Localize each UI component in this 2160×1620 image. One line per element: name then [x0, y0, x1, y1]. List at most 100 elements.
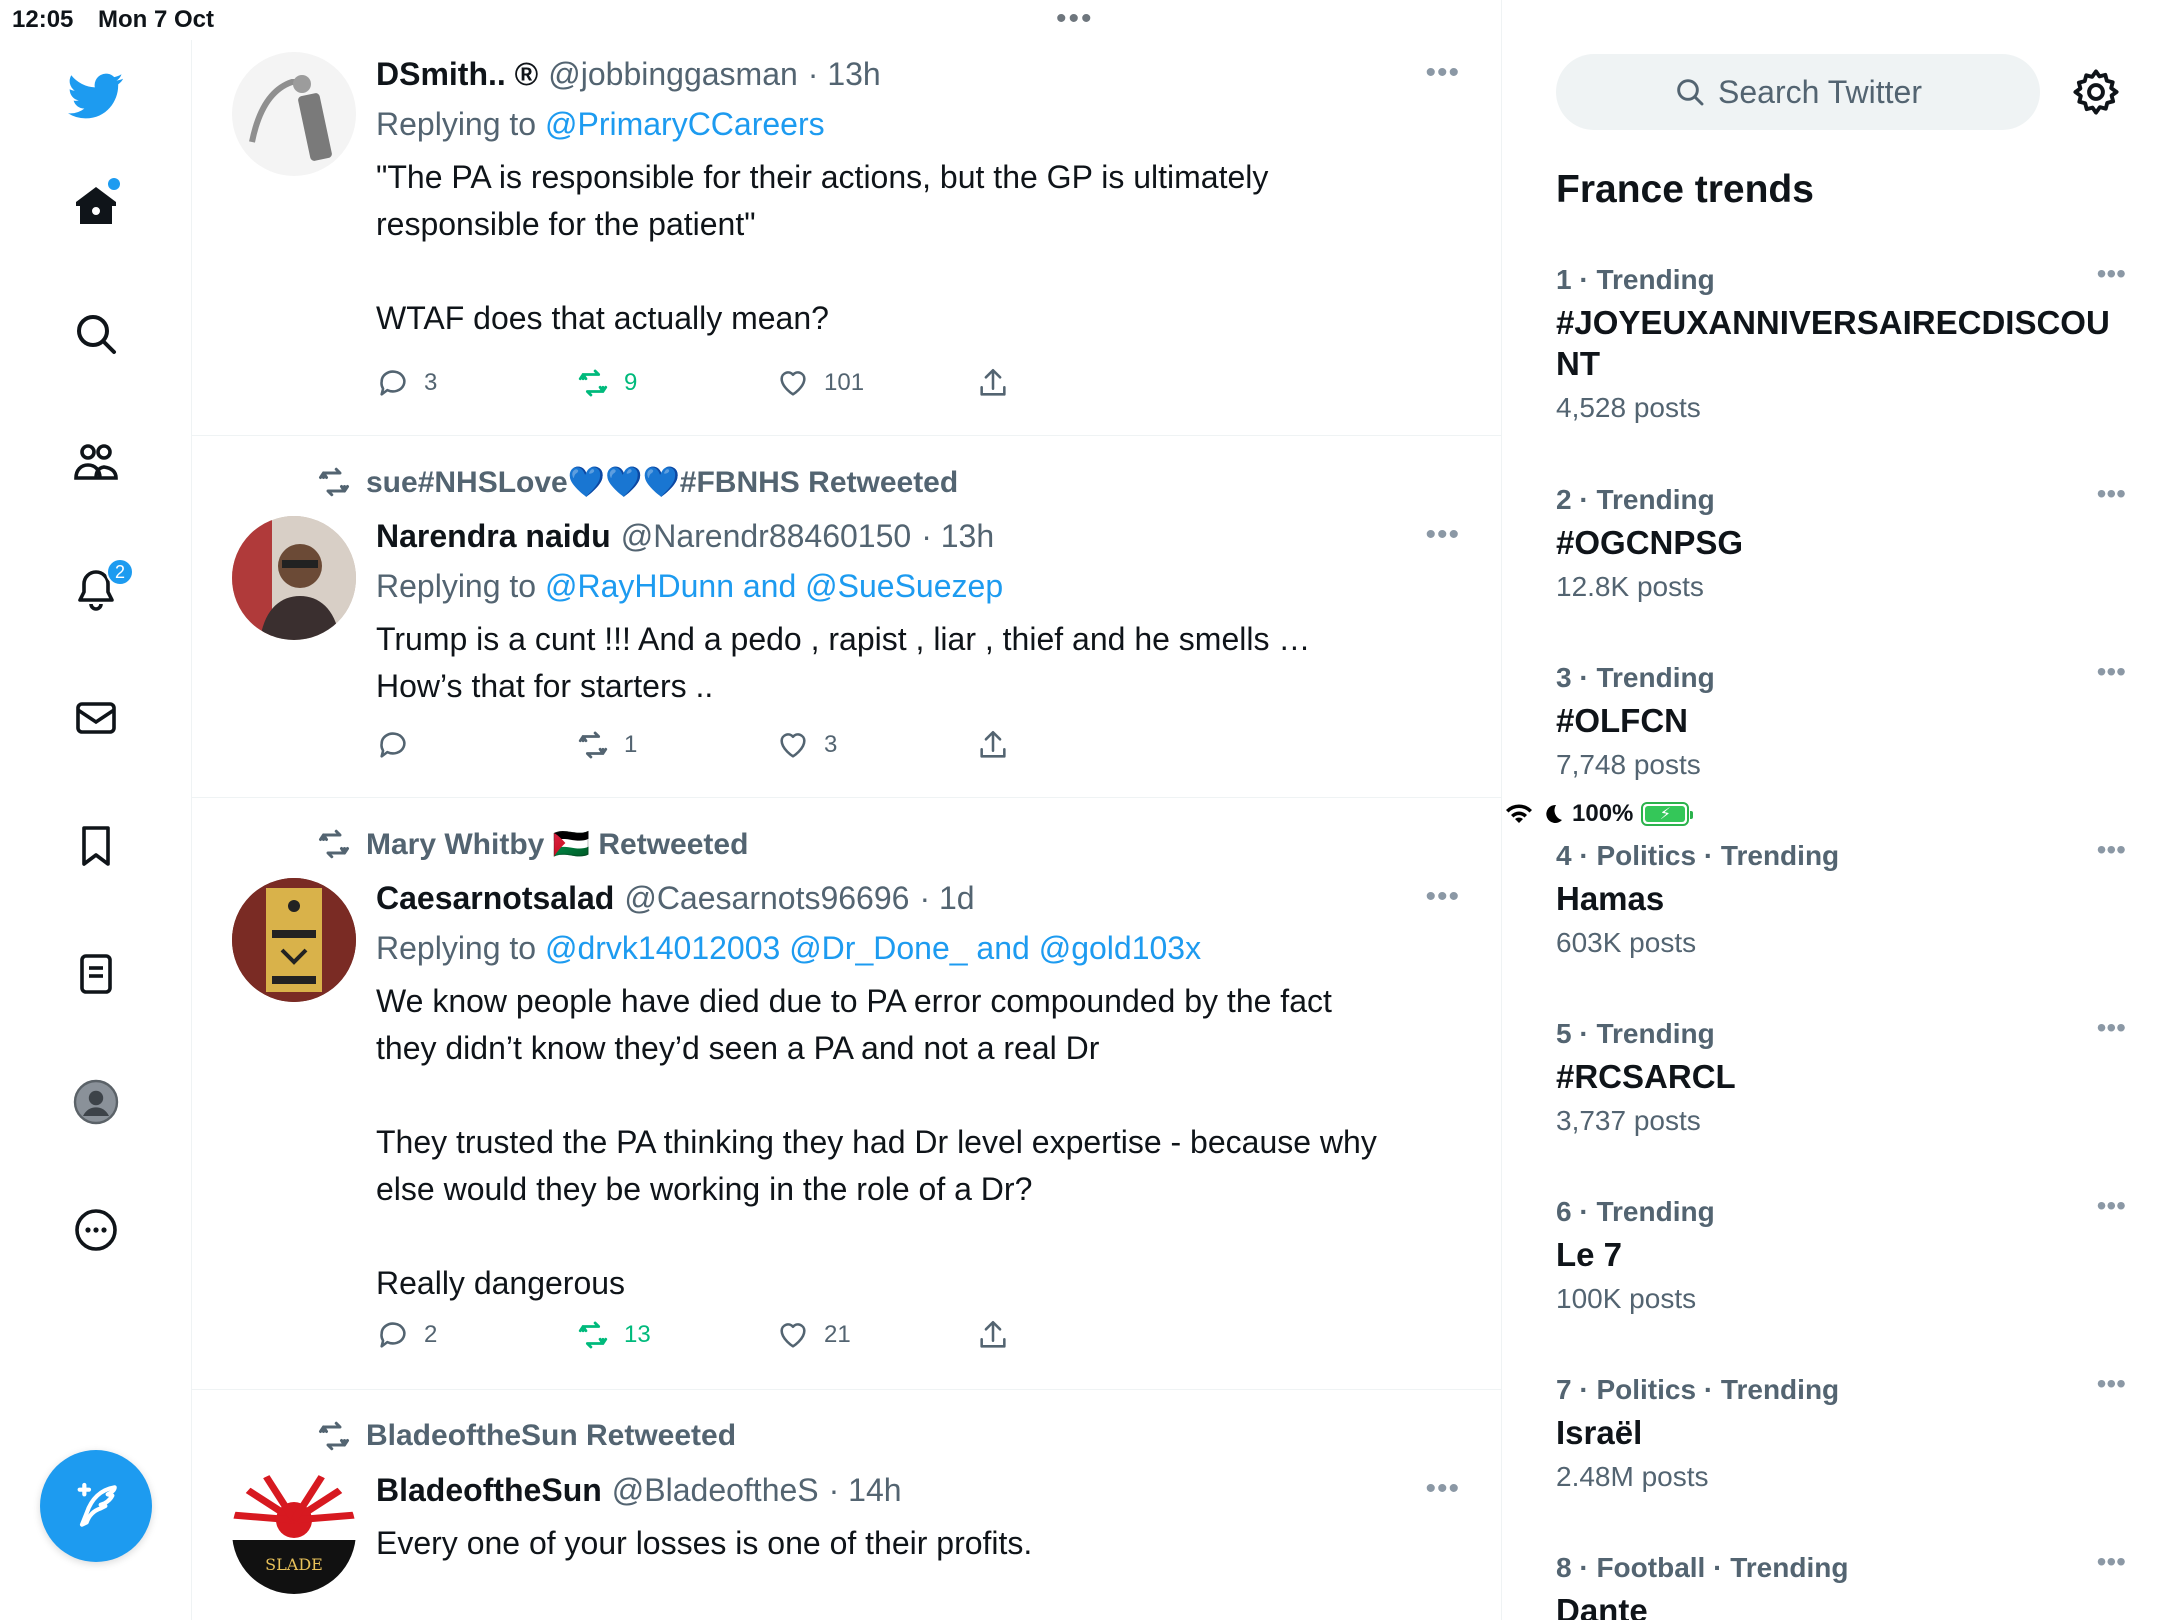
more-options-icon[interactable]: [64, 1198, 128, 1262]
tweet-more-icon[interactable]: •••: [1425, 1472, 1460, 1506]
retweeted-by-label[interactable]: Mary Whitby 🇵🇸 Retweeted: [366, 827, 748, 862]
trend-item[interactable]: 8 · Football · Trending Dante •••: [1556, 1546, 2126, 1620]
reply-button[interactable]: 2: [376, 1318, 437, 1352]
retweet-button[interactable]: 13: [576, 1318, 651, 1352]
explore-search-icon[interactable]: [64, 302, 128, 366]
tweet-text: Trump is a cunt !!! And a pedo , rapist …: [376, 616, 1456, 710]
trend-more-icon[interactable]: •••: [2097, 478, 2126, 510]
trend-more-icon[interactable]: •••: [2097, 258, 2126, 290]
tweet-text-line: Really dangerous: [376, 1265, 626, 1301]
tweet-text-line: We know people have died due to PA error…: [376, 983, 1332, 1019]
author-handle[interactable]: @Caesarnots96696: [624, 880, 909, 917]
tweet-time[interactable]: · 14h: [829, 1472, 902, 1509]
tweet-time[interactable]: · 13h: [808, 56, 881, 93]
trend-item[interactable]: 6 · Trending Le 7 100K posts •••: [1556, 1190, 2126, 1315]
communities-icon[interactable]: [64, 430, 128, 494]
retweet-small-icon: [319, 829, 349, 859]
reply-button[interactable]: [376, 728, 424, 762]
search-icon: [1677, 79, 1704, 106]
tweet-text-line: "The PA is responsible for their actions…: [376, 159, 1269, 195]
retweeted-by-label[interactable]: BladeoftheSun Retweeted: [366, 1419, 736, 1453]
tweet-more-icon[interactable]: •••: [1425, 518, 1460, 552]
replying-to: Replying to @PrimaryCCareers: [376, 106, 825, 143]
reply-mentions[interactable]: @drvk14012003 @Dr_Done_ and @gold103x: [545, 930, 1201, 966]
like-button[interactable]: 3: [776, 728, 837, 762]
author-name[interactable]: DSmith.. ®: [376, 56, 538, 93]
trend-item[interactable]: 2 · Trending #OGCNPSG 12.8K posts •••: [1556, 478, 2126, 603]
trend-item[interactable]: 4 · Politics · Trending Hamas 603K posts…: [1556, 834, 2126, 959]
left-nav: 2: [0, 40, 192, 1620]
retweeted-by: Mary Whitby 🇵🇸 Retweeted: [316, 826, 748, 862]
tweet[interactable]: DSmith.. ® @jobbinggasman · 13h ••• Repl…: [192, 0, 1501, 436]
twitter-logo-icon[interactable]: [64, 64, 128, 128]
tweet-more-icon[interactable]: •••: [1425, 56, 1460, 90]
trend-meta: 1 · Trending: [1556, 264, 1715, 295]
trend-item[interactable]: 3 · Trending #OLFCN 7,748 posts •••: [1556, 656, 2126, 781]
right-sidebar: Search Twitter France trends 1 · Trendin…: [1504, 0, 2160, 1620]
tweet-more-icon[interactable]: •••: [1425, 880, 1460, 914]
trend-more-icon[interactable]: •••: [2097, 834, 2126, 866]
lists-icon[interactable]: [64, 942, 128, 1006]
trend-item[interactable]: 1 · Trending #JOYEUXANNIVERSAIRECDISCOUN…: [1556, 258, 2126, 424]
author-handle[interactable]: @jobbinggasman: [548, 56, 798, 93]
author-name[interactable]: Narendra naidu: [376, 518, 611, 555]
author-avatar[interactable]: [232, 516, 356, 640]
author-avatar[interactable]: [232, 878, 356, 1002]
reply-mentions[interactable]: @RayHDunn and @SueSuezep: [545, 568, 1003, 604]
tweet-header: Caesarnotsalad @Caesarnots96696 · 1d: [376, 880, 975, 917]
tweet[interactable]: sue#NHSLove💙💙💙#FBNHS Retweeted Narendra …: [192, 436, 1501, 798]
compose-feather-icon: [77, 1482, 117, 1527]
tweet-text: We know people have died due to PA error…: [376, 978, 1456, 1307]
retweet-icon: [578, 731, 608, 759]
reply-button[interactable]: 3: [376, 366, 437, 400]
share-button[interactable]: [976, 1318, 1010, 1352]
trend-name: #OGCNPSG: [1556, 524, 1744, 561]
messages-envelope-icon[interactable]: [64, 686, 128, 750]
share-button[interactable]: [976, 366, 1010, 400]
author-handle[interactable]: @BladeoftheS: [612, 1472, 819, 1509]
home-icon[interactable]: [64, 174, 128, 238]
svg-text:SLADE: SLADE: [265, 1555, 323, 1574]
author-handle[interactable]: @Narendr88460150: [621, 518, 911, 555]
tweet[interactable]: BladeoftheSun Retweeted SLADE Bladeofthe…: [192, 1390, 1501, 1620]
replying-to-label: Replying to: [376, 568, 537, 604]
reply-icon: [380, 1322, 406, 1348]
tweet-text: Every one of your losses is one of their…: [376, 1520, 1456, 1567]
timeline-feed[interactable]: DSmith.. ® @jobbinggasman · 13h ••• Repl…: [192, 0, 1502, 1620]
trend-more-icon[interactable]: •••: [2097, 1368, 2126, 1400]
like-button[interactable]: 101: [776, 366, 864, 400]
search-input[interactable]: Search Twitter: [1556, 54, 2040, 130]
author-avatar[interactable]: SLADE: [232, 1470, 356, 1594]
share-button[interactable]: [976, 728, 1010, 762]
tweet-time[interactable]: · 1d: [919, 880, 974, 917]
heart-icon: [780, 371, 806, 396]
reply-mentions[interactable]: @PrimaryCCareers: [545, 106, 825, 142]
author-avatar[interactable]: [232, 52, 356, 176]
replying-to-label: Replying to: [376, 106, 537, 142]
author-name[interactable]: Caesarnotsalad: [376, 880, 614, 917]
notifications-bell-icon[interactable]: 2: [64, 558, 134, 622]
settings-gear-icon[interactable]: [2070, 66, 2122, 118]
retweet-icon: [578, 369, 608, 397]
author-name[interactable]: BladeoftheSun: [376, 1472, 602, 1509]
trend-more-icon[interactable]: •••: [2097, 1546, 2126, 1578]
trend-posts: 4,528 posts: [1556, 392, 1701, 423]
profile-avatar-icon[interactable]: [64, 1070, 128, 1134]
tweet[interactable]: Mary Whitby 🇵🇸 Retweeted Caesarnotsalad …: [192, 798, 1501, 1390]
trend-item[interactable]: 7 · Politics · Trending Israël 2.48M pos…: [1556, 1368, 2126, 1493]
trend-more-icon[interactable]: •••: [2097, 1190, 2126, 1222]
trend-item[interactable]: 5 · Trending #RCSARCL 3,737 posts •••: [1556, 1012, 2126, 1137]
tweet-text-line: They trusted the PA thinking they had Dr…: [376, 1124, 1377, 1160]
retweeted-by-label[interactable]: sue#NHSLove💙💙💙#FBNHS Retweeted: [366, 465, 958, 500]
tweet-text-line: they didn’t know they’d seen a PA and no…: [376, 1030, 1100, 1066]
trend-more-icon[interactable]: •••: [2097, 1012, 2126, 1044]
bookmarks-icon[interactable]: [64, 814, 128, 878]
trend-name: #OLFCN: [1556, 702, 1688, 739]
retweet-button[interactable]: 1: [576, 728, 637, 762]
compose-tweet-button[interactable]: [40, 1450, 152, 1562]
retweet-button[interactable]: 9: [576, 366, 637, 400]
trend-more-icon[interactable]: •••: [2097, 656, 2126, 688]
tweet-time[interactable]: · 13h: [921, 518, 994, 555]
tweet-header: Narendra naidu @Narendr88460150 · 13h: [376, 518, 994, 555]
like-button[interactable]: 21: [776, 1318, 851, 1352]
